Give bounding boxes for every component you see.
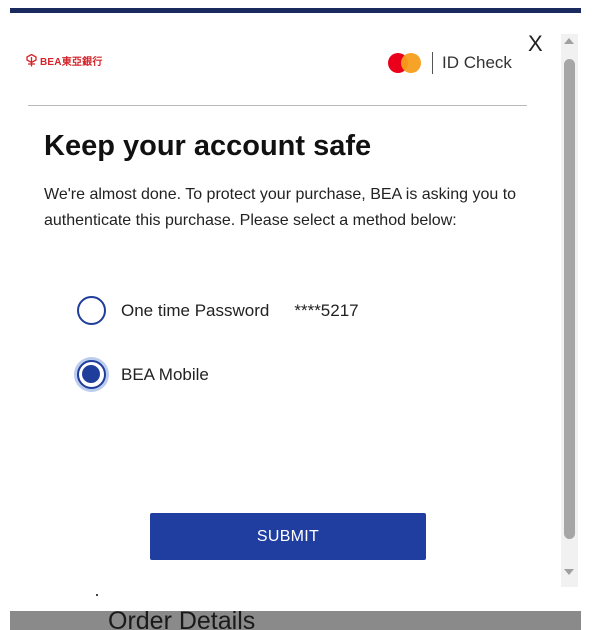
- otp-radio-button[interactable]: [77, 296, 106, 325]
- bea-logo-text: BEA東亞銀行: [40, 57, 103, 68]
- page-title: Keep your account safe: [44, 130, 372, 162]
- header-divider: [28, 105, 527, 106]
- order-details-heading: Order Details: [108, 611, 256, 630]
- brand-divider: [432, 52, 433, 74]
- bea-mobile-option-label[interactable]: BEA Mobile: [121, 365, 209, 385]
- page-description: We're almost done. To protect your purch…: [44, 186, 517, 229]
- bea-logo: BEA東亞銀行: [26, 53, 103, 68]
- close-button[interactable]: X: [528, 33, 543, 55]
- option-one-time-password[interactable]: One time Password ****5217: [77, 296, 359, 325]
- masked-phone-number: ****5217: [294, 300, 359, 320]
- bea-logo-icon: [26, 54, 37, 67]
- scrollbar-thumb[interactable]: [564, 59, 575, 539]
- background-dot: [96, 594, 98, 596]
- bea-mobile-radio-button[interactable]: [77, 360, 106, 389]
- scroll-up-arrow-icon[interactable]: [564, 38, 574, 44]
- id-check-text: ID Check: [442, 53, 512, 72]
- submit-button[interactable]: SUBMIT: [150, 513, 426, 560]
- scroll-down-arrow-icon[interactable]: [564, 569, 574, 575]
- mastercard-icon: [388, 52, 424, 74]
- option-bea-mobile[interactable]: BEA Mobile: [77, 360, 209, 389]
- otp-option-label[interactable]: One time Password: [121, 301, 269, 321]
- background-overlay: Order Details: [10, 611, 581, 630]
- scrollbar[interactable]: [561, 34, 578, 587]
- id-check-brand: ID Check: [388, 50, 512, 76]
